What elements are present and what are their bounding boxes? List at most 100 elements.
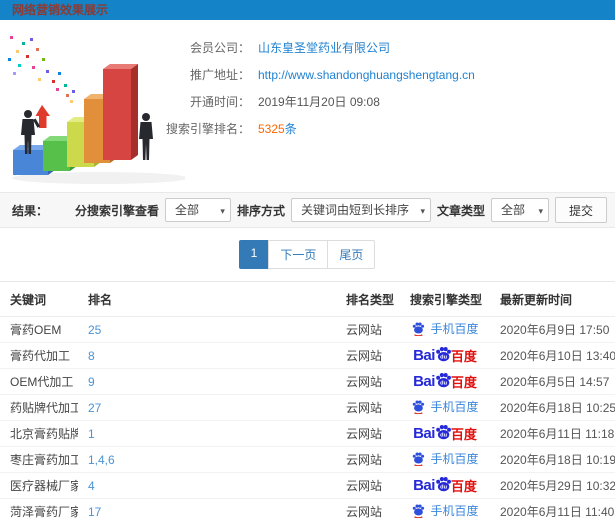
- rank-type-cell: 云网站: [336, 368, 400, 395]
- rank-count-number: 5325: [258, 122, 285, 136]
- header-keyword: 关键词: [0, 281, 78, 317]
- submit-button[interactable]: 提交: [554, 197, 607, 223]
- baidu-logo-bai: Bai: [413, 373, 435, 390]
- rank-value[interactable]: 8: [78, 342, 336, 369]
- engine-cell: Bai du 百度: [400, 472, 490, 499]
- baidu-logo: Bai du 百度: [413, 475, 477, 497]
- keyword-cell: 膏药OEM: [0, 316, 78, 343]
- mobile-baidu-logo: 手机百度: [411, 398, 479, 415]
- keyword-cell: OEM代加工: [0, 368, 78, 395]
- header-rank-type: 排名类型: [336, 281, 400, 317]
- mobile-baidu-logo: 手机百度: [411, 320, 479, 337]
- page-title: 网络营销效果展示: [0, 0, 615, 20]
- baidu-paw-icon: [413, 400, 425, 414]
- page-button-current[interactable]: 1: [238, 240, 270, 269]
- engine-filter-select[interactable]: 全部: [164, 198, 231, 222]
- baidu-logo: Bai du 百度: [413, 423, 477, 445]
- table-row: 枣庄膏药加工 1,4,6 云网站 手机百度 2020年6月18日 10:19: [0, 446, 615, 473]
- rank-type-cell: 云网站: [336, 394, 400, 421]
- baidu-paw-icon: du: [436, 476, 451, 491]
- keyword-cell: 膏药代加工: [0, 342, 78, 369]
- rank-count-label: 搜索引擎排名：: [165, 122, 250, 136]
- filter-bar: 结果： 分搜索引擎查看 全部 排序方式 关键词由短到长排序 文章类型 全部 提交: [0, 192, 615, 228]
- open-time-label: 开通时间：: [189, 95, 250, 109]
- info-row-company: 会员公司： 山东皇圣堂药业有限公司: [160, 34, 615, 61]
- rank-value[interactable]: 9: [78, 368, 336, 395]
- baidu-paw-icon: [413, 322, 425, 336]
- rank-value[interactable]: 1: [78, 420, 336, 447]
- rank-count-value: 5325条: [258, 120, 297, 137]
- baidu-logo-bai: Bai: [413, 477, 435, 494]
- info-row-rank-count: 搜索引擎排名： 5325条: [160, 115, 615, 142]
- rank-value[interactable]: 25: [78, 316, 336, 343]
- rank-value[interactable]: 4: [78, 472, 336, 499]
- promo-url-link[interactable]: http://www.shandonghuangshengtang.cn: [258, 68, 475, 82]
- baidu-paw-icon: [413, 452, 425, 466]
- baidu-logo-cn: 百度: [450, 479, 477, 494]
- update-time-cell: 2020年5月29日 10:32: [490, 472, 615, 499]
- mobile-baidu-logo: 手机百度: [411, 450, 479, 467]
- sort-filter-select[interactable]: 关键词由短到长排序: [290, 198, 431, 222]
- engine-cell: 手机百度: [400, 446, 490, 473]
- info-row-open-time: 开通时间： 2019年11月20日 09:08: [160, 88, 615, 115]
- table-row: 膏药代加工 8 云网站 Bai du 百度 2020年6月10日 13:40: [0, 342, 615, 369]
- engine-filter-label: 分搜索引擎查看: [74, 203, 159, 218]
- engine-cell: Bai du 百度: [400, 420, 490, 447]
- baidu-paw-icon: du: [436, 346, 451, 361]
- update-time-cell: 2020年6月9日 17:50: [490, 316, 615, 343]
- baidu-logo-cn: 百度: [450, 375, 477, 390]
- businessman-right: [139, 113, 153, 160]
- baidu-paw-icon: du: [436, 424, 451, 439]
- mobile-baidu-label: 手机百度: [430, 452, 479, 466]
- open-time-value: 2019年11月20日 09:08: [258, 95, 380, 109]
- table-row: 菏泽膏药厂家 17 云网站 手机百度 2020年6月11日 11:40: [0, 498, 615, 520]
- engine-cell: 手机百度: [400, 394, 490, 421]
- baidu-logo-du: du: [440, 484, 447, 490]
- results-table: 关键词 排名 排名类型 搜索引擎类型 最新更新时间 膏药OEM 25 云网站 手…: [0, 281, 615, 520]
- baidu-paw-icon: du: [436, 372, 451, 387]
- baidu-logo: Bai du 百度: [413, 371, 477, 393]
- info-section: 会员公司： 山东皇圣堂药业有限公司 推广地址： http://www.shand…: [0, 20, 615, 192]
- info-row-url: 推广地址： http://www.shandonghuangshengtang.…: [160, 61, 615, 88]
- table-row: 药贴牌代加工 27 云网站 手机百度 2020年6月18日 10:25: [0, 394, 615, 421]
- rank-type-cell: 云网站: [336, 316, 400, 343]
- update-time-cell: 2020年6月11日 11:18: [490, 420, 615, 447]
- last-page-button[interactable]: 尾页: [327, 240, 376, 269]
- rank-type-cell: 云网站: [336, 498, 400, 520]
- keyword-cell: 枣庄膏药加工: [0, 446, 78, 473]
- table-row: 膏药OEM 25 云网站 手机百度 2020年6月9日 17:50: [0, 316, 615, 343]
- baidu-logo: Bai du 百度: [413, 345, 477, 367]
- baidu-logo-cn: 百度: [450, 349, 477, 364]
- rank-value[interactable]: 1,4,6: [78, 446, 336, 473]
- baidu-logo-cn: 百度: [450, 427, 477, 442]
- company-name-link[interactable]: 山东皇圣堂药业有限公司: [258, 39, 390, 56]
- keyword-cell: 医疗器械厂家: [0, 472, 78, 499]
- sort-filter-label: 排序方式: [236, 203, 285, 218]
- update-time-cell: 2020年6月5日 14:57: [490, 368, 615, 395]
- header-rank: 排名: [78, 281, 336, 317]
- header-update-time: 最新更新时间: [490, 281, 615, 317]
- baidu-logo-bai: Bai: [413, 347, 435, 364]
- table-row: OEM代加工 9 云网站 Bai du 百度 2020年6月5日 14:57: [0, 368, 615, 395]
- mobile-baidu-label: 手机百度: [430, 504, 479, 518]
- result-label: 结果：: [12, 203, 49, 218]
- next-page-button[interactable]: 下一页: [268, 240, 329, 269]
- baidu-logo-du: du: [440, 380, 447, 386]
- mobile-baidu-label: 手机百度: [430, 322, 479, 336]
- keyword-cell: 北京膏药贴牌: [0, 420, 78, 447]
- update-time-cell: 2020年6月18日 10:19: [490, 446, 615, 473]
- keyword-cell: 菏泽膏药厂家: [0, 498, 78, 520]
- rank-value[interactable]: 27: [78, 394, 336, 421]
- table-row: 医疗器械厂家 4 云网站 Bai du 百度 2020年5月29日 10:32: [0, 472, 615, 499]
- confetti-dots: [8, 36, 75, 103]
- table-row: 北京膏药贴牌 1 云网站 Bai du 百度 2020年6月11日 11:18: [0, 420, 615, 447]
- pagination: 1 下一页 尾页: [0, 228, 615, 281]
- article-type-select[interactable]: 全部: [490, 198, 549, 222]
- engine-cell: 手机百度: [400, 316, 490, 343]
- header-engine-type: 搜索引擎类型: [400, 281, 490, 317]
- rank-type-cell: 云网站: [336, 446, 400, 473]
- bar-chart-illustration: [8, 36, 188, 184]
- promo-url-label: 推广地址：: [189, 68, 250, 82]
- growth-chart-image: [0, 20, 188, 192]
- rank-value[interactable]: 17: [78, 498, 336, 520]
